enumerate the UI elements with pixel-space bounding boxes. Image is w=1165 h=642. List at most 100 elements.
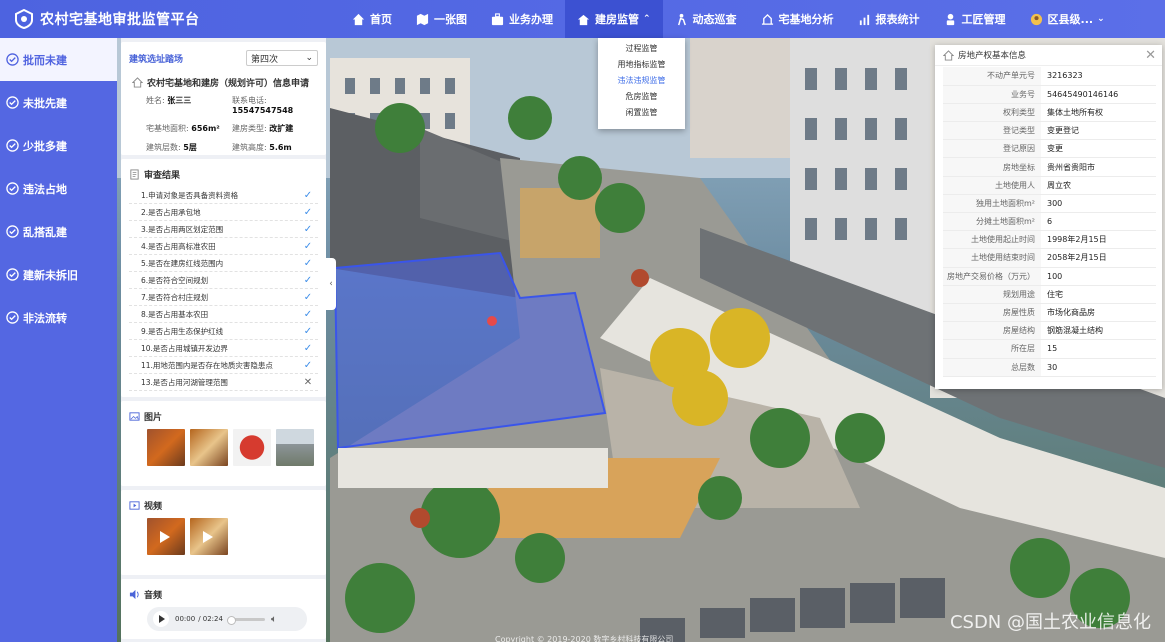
property-key: 权利类型 xyxy=(943,103,1041,123)
application-title: 农村宅基地和建房（规划许可）信息申请 xyxy=(132,76,318,89)
sidebar-item-built-before-approval[interactable]: 未批先建 xyxy=(0,81,117,124)
sidebar-item-label: 乱搭乱建 xyxy=(23,225,67,239)
property-value: 1998年2月15日 xyxy=(1041,230,1156,250)
property-row: 房地产交易价格（万元） 100 xyxy=(943,267,1156,286)
sidebar-item-illegal-transfer[interactable]: 非法流转 xyxy=(0,296,117,339)
property-row: 总层数 30 xyxy=(943,358,1156,377)
check-circle-icon xyxy=(6,96,19,109)
nav-business[interactable]: 业务办理 xyxy=(479,0,565,38)
dropdown-item-dangerous-house[interactable]: 危房监管 xyxy=(598,89,685,105)
volume-icon[interactable]: 🔈︎ xyxy=(271,614,277,625)
nav-home[interactable]: 首页 xyxy=(340,0,404,38)
home-icon xyxy=(352,13,365,25)
site-header: 建筑选址踏场 第四次 ⌄ xyxy=(129,48,318,68)
nav-user-menu[interactable]: 区县级... ⌄ xyxy=(1018,0,1117,38)
left-sidebar: 批而未建 未批先建 少批多建 违法占地 乱搭乱建 建新未拆旧 非法流转 xyxy=(0,38,117,642)
dropdown-item-idle[interactable]: 闲置监管 xyxy=(598,105,685,121)
play-icon xyxy=(160,531,170,543)
property-row: 独用土地面积m² 300 xyxy=(943,194,1156,214)
review-check-text: 6.是否符合空间规划 xyxy=(141,275,209,285)
chevron-down-icon: ⌄ xyxy=(1097,14,1105,24)
sidebar-item-unauthorized-construction[interactable]: 乱搭乱建 xyxy=(0,210,117,253)
review-check-text: 13.是否占用河湖管理范围 xyxy=(141,377,228,387)
property-value: 周立农 xyxy=(1041,176,1156,195)
nav-patrol-label: 动态巡查 xyxy=(692,13,737,26)
field-name: 姓名: 张三三 xyxy=(146,96,192,105)
round-select[interactable]: 第四次 ⌄ xyxy=(246,50,318,66)
review-check-row: 7.是否符合村庄规划 ✓ xyxy=(129,289,318,306)
application-fields: 姓名: 张三三 联系电话: 15547547548 宅基地面积: 656m² 建… xyxy=(129,95,318,153)
close-icon[interactable]: ✕ xyxy=(1145,48,1156,63)
audio-player: 00:00 / 02:24 🔈︎ xyxy=(147,607,307,631)
nav-homestead-analysis[interactable]: 宅基地分析 xyxy=(749,0,846,38)
review-check-row: 3.是否占用两区划定范围 ✓ xyxy=(129,221,318,238)
dropdown-item-land-quota[interactable]: 用地指标监管 xyxy=(598,57,685,73)
application-info-card: 建筑选址踏场 第四次 ⌄ 农村宅基地和建房（规划许可）信息申请 姓名: 张三三 … xyxy=(121,42,326,155)
property-row: 权利类型 集体土地所有权 xyxy=(943,103,1156,123)
sidebar-item-approved-not-built[interactable]: 批而未建 xyxy=(0,38,117,81)
collapse-panel-button[interactable]: ‹ xyxy=(326,258,336,310)
picture-thumbnail[interactable] xyxy=(147,429,185,466)
check-circle-icon xyxy=(6,182,19,195)
video-thumbnail[interactable] xyxy=(190,518,228,555)
pictures-title-text: 图片 xyxy=(144,413,163,423)
review-check-row: 2.是否占用承包地 ✓ xyxy=(129,204,318,221)
audio-progress-bar[interactable] xyxy=(226,615,265,625)
property-row: 所在层 15 xyxy=(943,339,1156,359)
property-value: 住宅 xyxy=(1041,285,1156,304)
property-value: 30 xyxy=(1041,358,1156,377)
nav-one-map[interactable]: 一张图 xyxy=(404,0,479,38)
nav-craftsman-management-label: 工匠管理 xyxy=(961,13,1006,26)
video-thumbnail[interactable] xyxy=(147,518,185,555)
check-icon: ✓ xyxy=(303,291,313,303)
house-icon xyxy=(943,49,954,61)
speaker-icon xyxy=(129,589,139,600)
picture-thumbnail[interactable] xyxy=(190,429,228,466)
nav-craftsman-management[interactable]: 工匠管理 xyxy=(932,0,1018,38)
application-detail-panel: 建筑选址踏场 第四次 ⌄ 农村宅基地和建房（规划许可）信息申请 姓名: 张三三 … xyxy=(121,38,326,642)
picture-thumbnail[interactable] xyxy=(276,429,314,466)
sidebar-item-new-not-demolished[interactable]: 建新未拆旧 xyxy=(0,253,117,296)
dropdown-item-process[interactable]: 过程监管 xyxy=(598,41,685,57)
review-check-row: 4.是否占用高标准农田 ✓ xyxy=(129,238,318,255)
nav-construction-supervision[interactable]: 建房监管 ⌃ xyxy=(565,0,663,38)
property-panel-title: 房地产权基本信息 xyxy=(943,49,1026,61)
nav-patrol[interactable]: 动态巡查 xyxy=(663,0,749,38)
review-check-text: 8.是否占用基本农田 xyxy=(141,309,209,319)
property-row: 登记原因 变更 xyxy=(943,139,1156,159)
round-select-value: 第四次 xyxy=(251,54,279,65)
review-check-text: 5.是否在建房红线范围内 xyxy=(141,258,224,268)
property-key: 土地使用结束时间 xyxy=(943,248,1041,268)
sidebar-item-illegal-occupation[interactable]: 违法占地 xyxy=(0,167,117,210)
nav-report-statistics-label: 报表统计 xyxy=(875,13,920,26)
property-value: 300 xyxy=(1041,194,1156,214)
chart-icon xyxy=(859,14,869,25)
construction-supervision-dropdown: 过程监管 用地指标监管 违法违规监管 危房监管 闲置监管 xyxy=(598,38,685,129)
picture-thumbnail[interactable] xyxy=(233,429,271,466)
video-thumbnails xyxy=(129,518,318,555)
review-check-row: 10.是否占用城镇开发边界 ✓ xyxy=(129,340,318,357)
property-row: 房地坐标 贵州省贵阳市 xyxy=(943,157,1156,177)
nav-report-statistics[interactable]: 报表统计 xyxy=(846,0,932,38)
review-check-row: 5.是否在建房红线范围内 ✓ xyxy=(129,255,318,272)
audio-title: 音频 xyxy=(129,588,318,601)
watermark-text: CSDN @国土农业信息化 xyxy=(949,612,1151,633)
sidebar-item-label: 非法流转 xyxy=(23,311,67,325)
review-check-list: 1.申请对象是否具备资料资格 ✓ 2.是否占用承包地 ✓ 3.是否占用两区划定范围 ✓ 4.… xyxy=(129,187,318,391)
check-icon: ✓ xyxy=(303,240,313,252)
property-value: 市场化商品房 xyxy=(1041,303,1156,323)
audio-play-button[interactable] xyxy=(153,611,169,627)
pictures-card: 图片 xyxy=(121,401,326,486)
brand: 农村宅基地审批监管平台 xyxy=(0,9,340,29)
sidebar-item-overbuilt[interactable]: 少批多建 xyxy=(0,124,117,167)
audio-card: 音频 00:00 / 02:24 🔈︎ xyxy=(121,579,326,639)
pictures-title: 图片 xyxy=(129,410,318,423)
check-icon: ✓ xyxy=(303,274,313,286)
dropdown-item-violation[interactable]: 违法违规监管 xyxy=(598,73,685,89)
property-value: 3216323 xyxy=(1041,67,1156,86)
property-row: 登记类型 变更登记 xyxy=(943,121,1156,141)
property-value: 54645490146146 xyxy=(1041,85,1156,104)
image-icon xyxy=(129,412,140,421)
parcel-marker-icon[interactable] xyxy=(487,316,497,326)
main-nav: 首页 一张图 业务办理 建房监管 ⌃ 动态巡查 宅基地分析 报表统计 工匠管理 … xyxy=(340,0,1117,38)
